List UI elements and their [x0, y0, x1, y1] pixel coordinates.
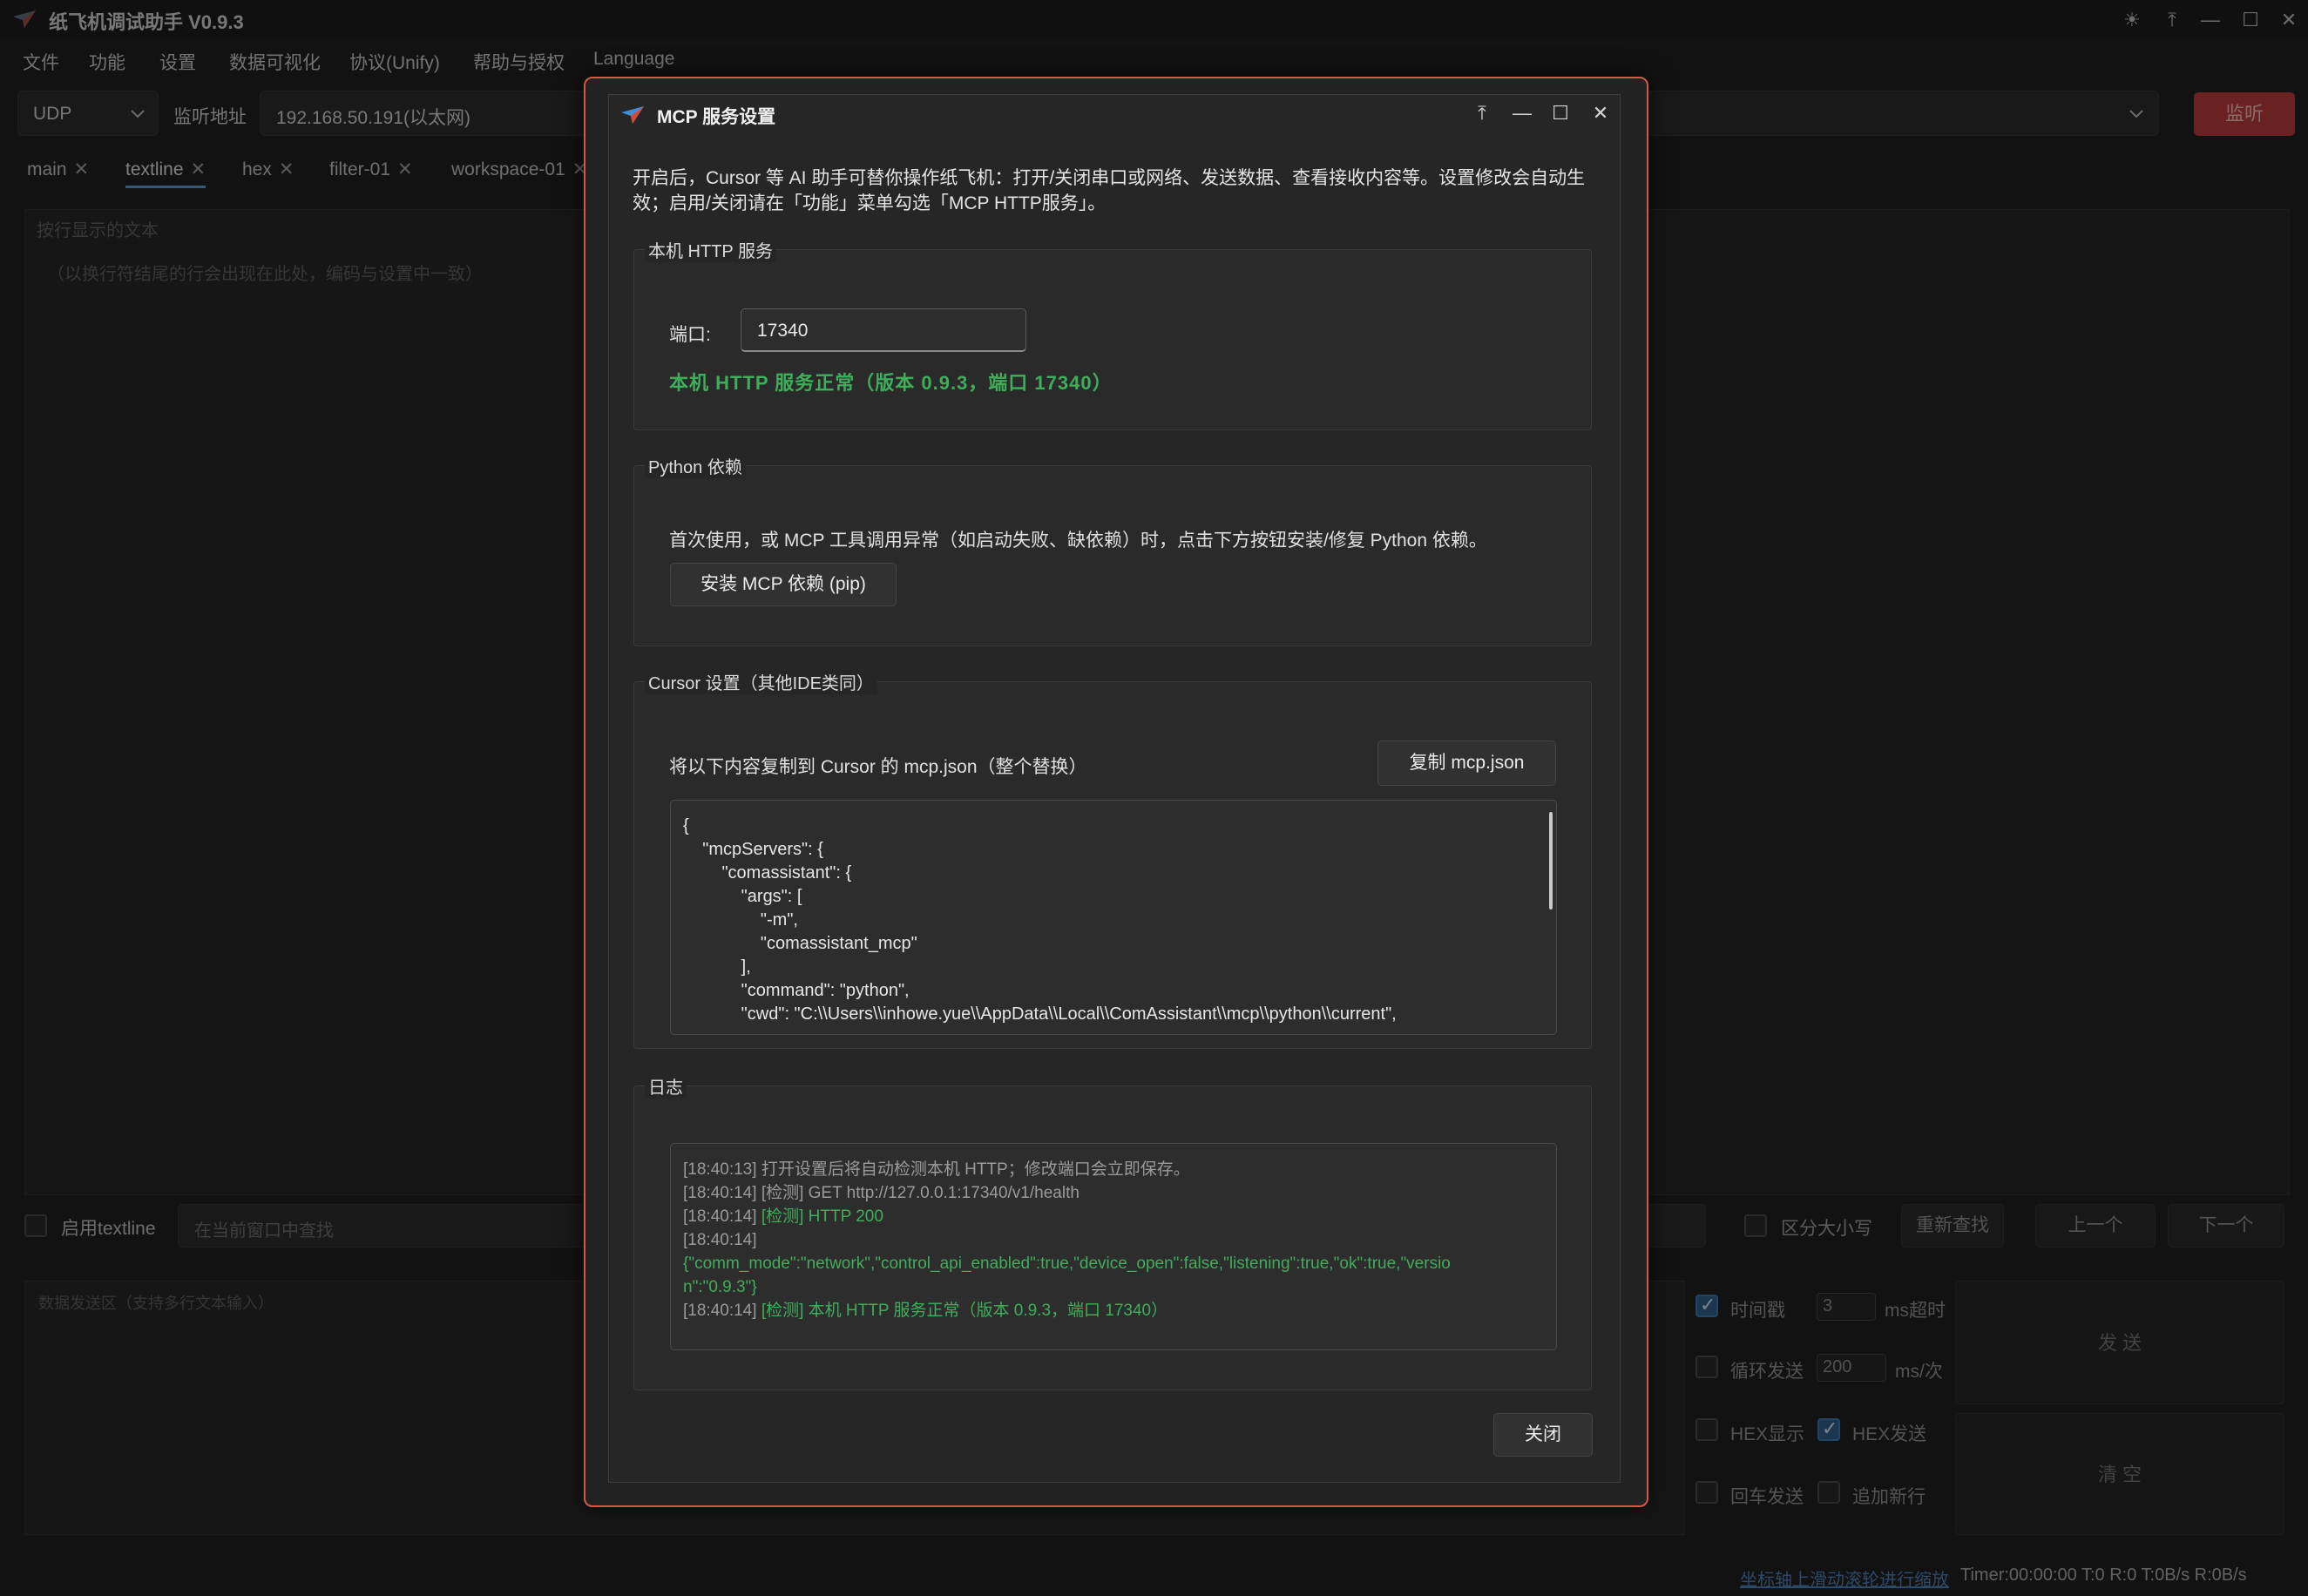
dialog-intro: 开启后，Cursor 等 AI 助手可替你操作纸飞机：打开/关闭串口或网络、发送… [633, 168, 1586, 213]
port-input[interactable]: 17340 [741, 308, 1026, 352]
python-group-legend: Python 依赖 [645, 453, 746, 478]
dialog-minimize-icon[interactable]: — [1507, 99, 1537, 127]
copy-mcp-json-button[interactable]: 复制 mcp.json [1377, 741, 1556, 786]
http-status-text: 本机 HTTP 服务正常（版本 0.9.3，端口 17340） [669, 372, 1113, 394]
python-deps-group [633, 465, 1592, 646]
dialog-maximize-icon[interactable]: ☐ [1546, 99, 1575, 127]
port-label: 端口: [669, 325, 711, 345]
log-line: [18:40:14] [检测] HTTP 200 [683, 1207, 883, 1226]
close-dialog-button[interactable]: 关闭 [1493, 1413, 1593, 1457]
cursor-group-legend: Cursor 设置（其他IDE类同） [645, 669, 877, 694]
mcp-json-textarea[interactable]: { "mcpServers": { "comassistant": { "arg… [670, 800, 1557, 1035]
json-scrollbar[interactable] [1549, 812, 1553, 910]
dialog-title: MCP 服务设置 [657, 107, 776, 127]
log-line: [18:40:14] [683, 1231, 757, 1249]
log-line: {"comm_mode":"network","control_api_enab… [683, 1254, 1451, 1273]
http-group-legend: 本机 HTTP 服务 [645, 237, 776, 262]
log-output[interactable]: [18:40:13] 打开设置后将自动检测本机 HTTP；修改端口会立即保存。 … [670, 1143, 1557, 1350]
cursor-description: 将以下内容复制到 Cursor 的 mcp.json（整个替换） [669, 757, 1087, 777]
log-line: n":"0.9.3"} [683, 1278, 757, 1296]
log-line: [18:40:13] 打开设置后将自动检测本机 HTTP；修改端口会立即保存。 [683, 1160, 1190, 1179]
log-group-legend: 日志 [645, 1073, 687, 1099]
python-deps-description: 首次使用，或 MCP 工具调用异常（如启动失败、缺依赖）时，点击下方按钮安装/修… [669, 531, 1487, 551]
mcp-json-content: { "mcpServers": { "comassistant": { "arg… [683, 816, 1397, 1024]
paper-plane-icon [620, 105, 645, 125]
dialog-close-icon[interactable]: ✕ [1586, 99, 1615, 127]
log-line: [18:40:14] [检测] GET http://127.0.0.1:173… [683, 1184, 1080, 1202]
log-line: [18:40:14] [检测] 本机 HTTP 服务正常（版本 0.9.3，端口… [683, 1302, 1168, 1320]
dialog-pin-icon[interactable]: ⤒ [1467, 99, 1497, 127]
install-deps-button[interactable]: 安装 MCP 依赖 (pip) [670, 563, 897, 606]
